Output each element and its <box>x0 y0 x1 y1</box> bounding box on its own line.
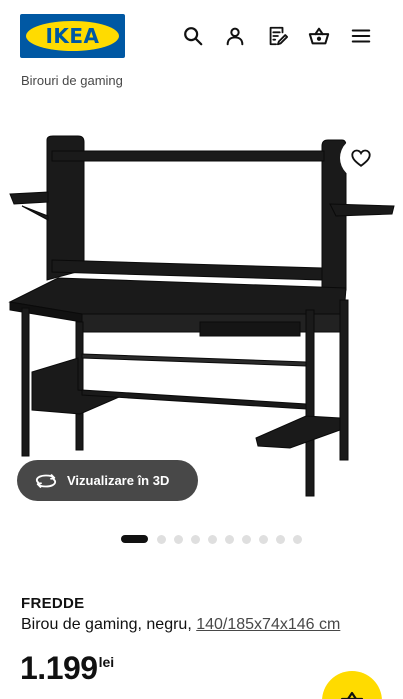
carousel-dot[interactable] <box>157 534 166 544</box>
carousel-dot[interactable] <box>191 534 200 544</box>
carousel-dot[interactable] <box>259 534 268 544</box>
image-carousel-indicator <box>121 534 310 544</box>
carousel-dot[interactable] <box>242 534 251 544</box>
top-header: IKEA <box>0 0 403 74</box>
basket-icon <box>340 691 364 699</box>
view-3d-button[interactable]: Vizualizare în 3D <box>17 460 198 501</box>
product-price: 1.199lei <box>20 650 114 687</box>
carousel-dot-active[interactable] <box>121 535 148 543</box>
product-name: FREDDE <box>21 595 85 612</box>
carousel-dot[interactable] <box>293 534 302 544</box>
rotate-3d-icon <box>35 473 57 488</box>
carousel-dot[interactable] <box>276 534 285 544</box>
favorite-button[interactable] <box>340 137 382 179</box>
price-currency: lei <box>98 654 115 670</box>
search-icon[interactable] <box>179 22 207 50</box>
user-icon[interactable] <box>221 22 249 50</box>
carousel-dot[interactable] <box>174 534 183 544</box>
price-value: 1.199 <box>20 650 98 686</box>
product-description: Birou de gaming, negru, 140/185x74x146 c… <box>21 616 340 634</box>
heart-icon <box>351 149 371 167</box>
view-3d-label: Vizualizare în 3D <box>67 473 170 488</box>
carousel-dot[interactable] <box>225 534 234 544</box>
ikea-logo[interactable]: IKEA <box>20 14 125 58</box>
menu-icon[interactable] <box>347 22 375 50</box>
basket-icon[interactable] <box>305 22 333 50</box>
logo-oval: IKEA <box>26 21 119 51</box>
product-dimensions-link[interactable]: 140/185x74x146 cm <box>196 616 340 633</box>
logo-text: IKEA <box>45 24 100 48</box>
shopping-list-icon[interactable] <box>263 22 291 50</box>
product-description-text: Birou de gaming, negru, <box>21 616 197 633</box>
carousel-dot[interactable] <box>208 534 217 544</box>
add-to-cart-button[interactable] <box>322 671 382 699</box>
breadcrumb[interactable]: Birouri de gaming <box>21 73 123 88</box>
